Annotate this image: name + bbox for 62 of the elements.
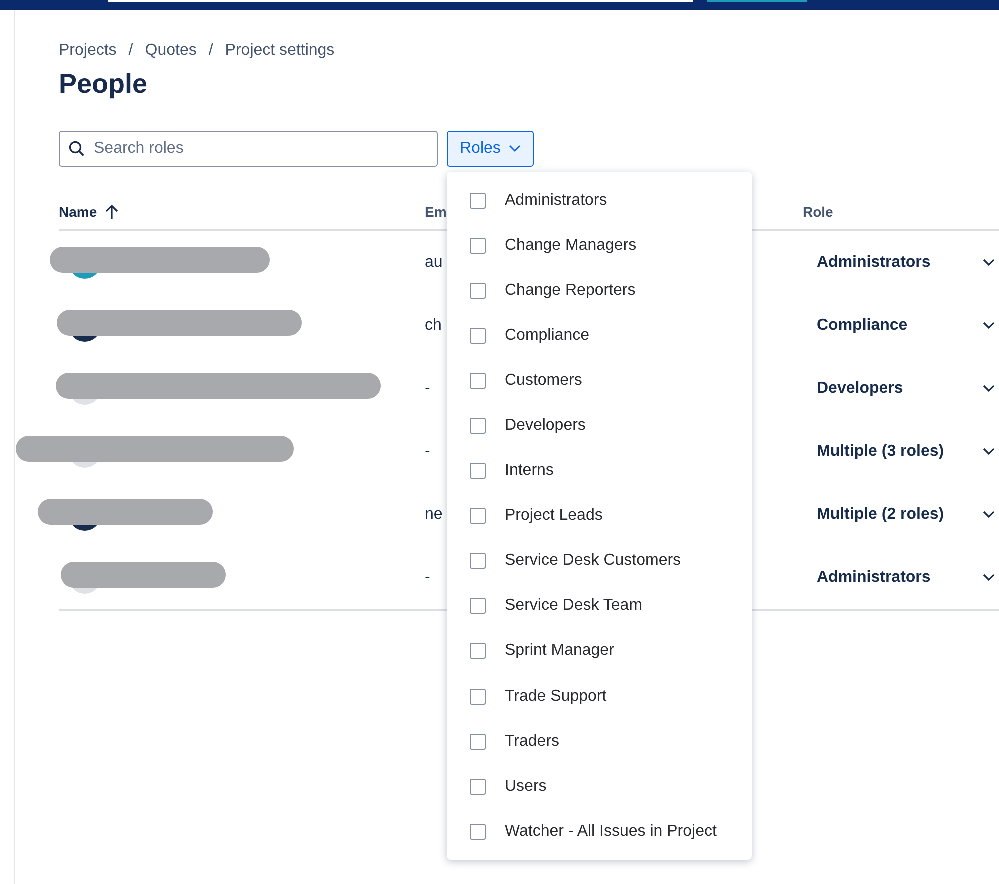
chevron-down-icon[interactable] [983,322,995,330]
checkbox[interactable] [470,508,486,524]
role-select[interactable]: Multiple (3 roles) [817,440,944,464]
role-option[interactable]: Trade Support [447,674,752,720]
checkbox[interactable] [470,688,486,705]
table-cell: au [425,254,443,270]
checkbox[interactable] [470,238,486,254]
roles-filter-button[interactable]: Roles [447,131,534,167]
column-header[interactable]: Em [425,202,447,222]
role-option[interactable]: Change Reporters [447,268,752,314]
checkbox[interactable] [470,282,486,299]
checkbox[interactable] [470,372,486,389]
checkbox[interactable] [470,824,486,840]
role-option[interactable]: Service Desk Team [447,584,752,629]
role-option[interactable]: Interns [447,448,752,494]
table-cell: - [425,442,430,460]
breadcrumb-separator: / [128,41,134,61]
checkbox[interactable] [470,192,486,209]
role-option[interactable]: Traders [447,719,752,764]
checkbox[interactable] [470,734,486,750]
role-select[interactable]: Compliance [817,314,908,338]
role-select[interactable]: Developers [817,376,904,400]
page-title: People [59,68,149,101]
checkbox[interactable] [470,778,486,795]
checkbox[interactable] [470,553,486,570]
chevron-down-icon[interactable] [983,258,995,266]
checkbox[interactable] [470,643,486,660]
chevron-down-icon[interactable] [983,510,995,518]
role-option[interactable]: Sprint Manager [447,628,752,674]
search-field[interactable]: Search roles [59,131,438,167]
table-cell: ch [425,316,442,334]
column-header[interactable]: Name [59,202,98,222]
role-select[interactable]: Multiple (2 roles) [817,502,944,526]
search-input[interactable]: Search roles [94,137,429,161]
breadcrumb-link[interactable]: Projects [59,39,117,63]
breadcrumb-separator: / [208,41,214,61]
breadcrumb-link[interactable]: Quotes [145,39,197,63]
checkbox[interactable] [470,328,486,344]
role-select[interactable]: Administrators [817,566,931,590]
chevron-down-icon[interactable] [983,448,995,456]
checkbox[interactable] [470,418,486,434]
table-cell: - [425,380,430,396]
checkbox[interactable] [470,598,486,614]
role-option[interactable]: Developers [447,403,752,449]
chevron-down-icon [508,145,521,153]
role-option[interactable]: Customers [447,358,752,404]
breadcrumb-link[interactable]: Project settings [225,39,335,63]
search-icon [68,140,86,158]
role-option[interactable]: Service Desk Customers [447,538,752,584]
role-option[interactable]: Administrators [447,178,752,224]
chevron-down-icon[interactable] [983,384,995,392]
role-option[interactable]: Users [447,764,752,810]
role-option[interactable]: Change Managers [447,223,752,268]
column-header[interactable]: Role [803,202,834,222]
role-select[interactable]: Administrators [817,250,931,274]
table-cell: - [425,568,430,586]
role-option[interactable]: Project Leads [447,494,752,539]
table-cell: ne [425,506,443,522]
chevron-down-icon[interactable] [983,574,995,582]
role-option[interactable]: Compliance [447,313,752,358]
role-option[interactable]: Watcher - All Issues in Project [447,809,752,854]
checkbox[interactable] [470,463,486,480]
